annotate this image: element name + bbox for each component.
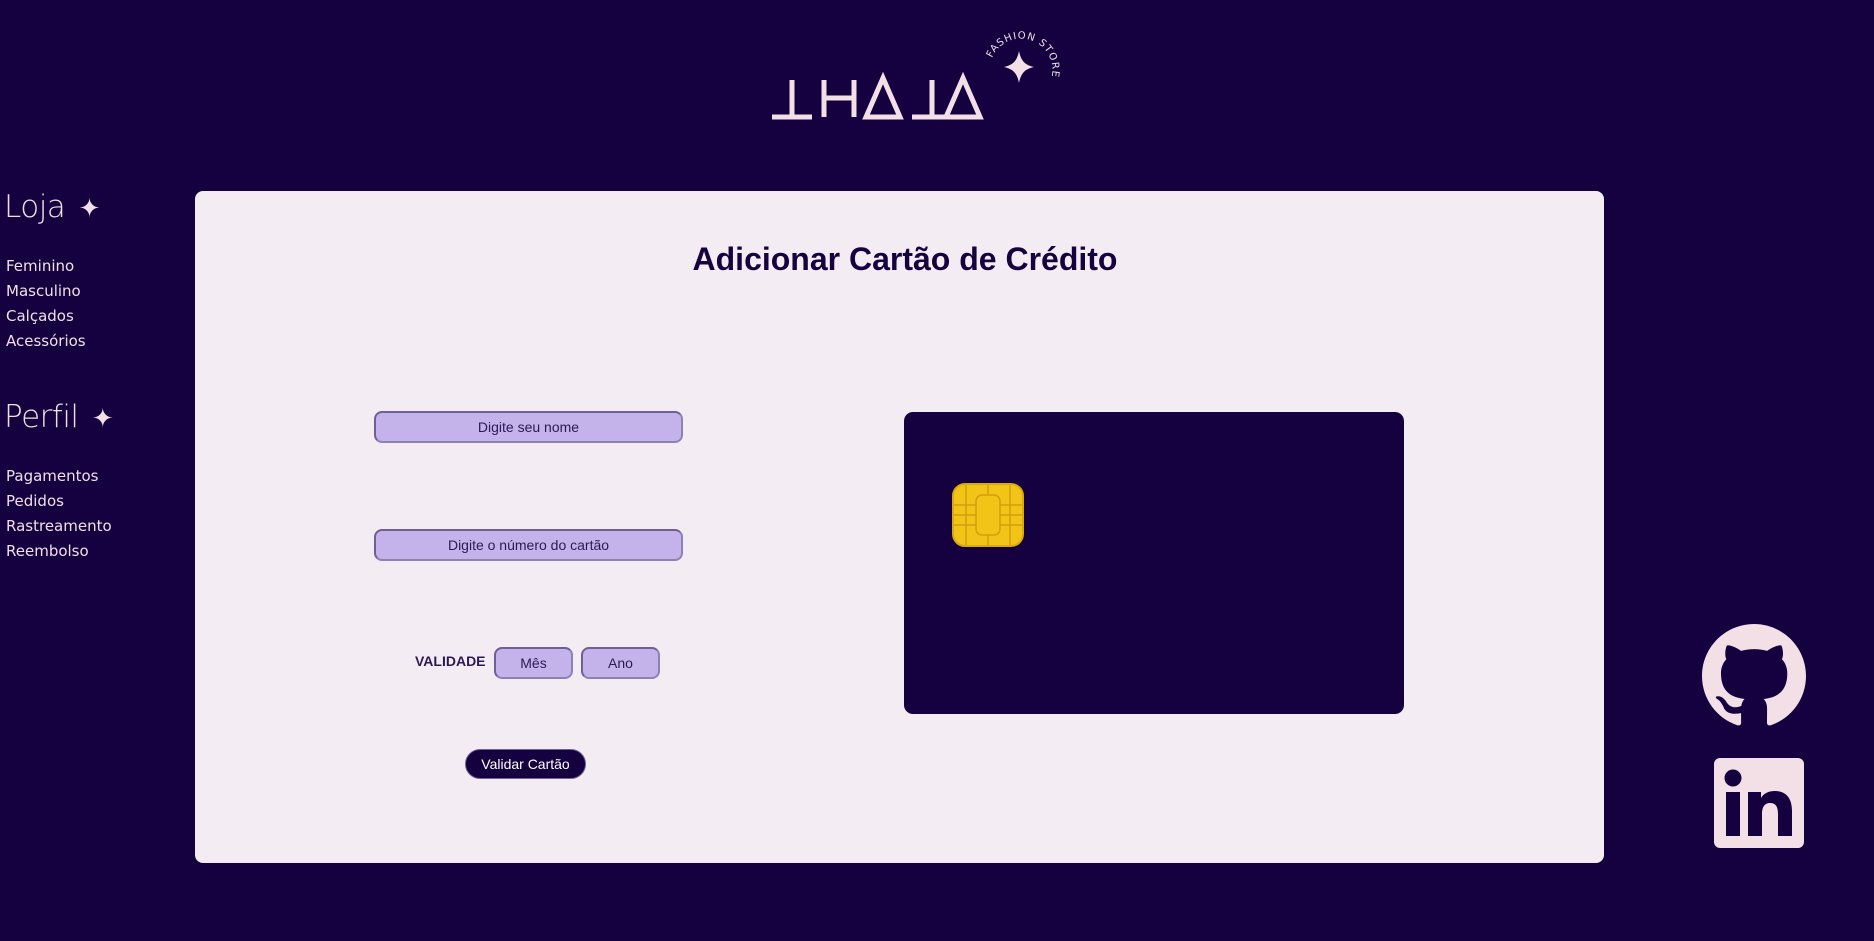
- sidebar-item-acessorios[interactable]: Acessórios: [6, 329, 190, 354]
- card-preview: [904, 412, 1404, 714]
- sidebar-group-profile: Perfil ✦ Pagamentos Pedidos Rastreamento…: [0, 396, 190, 564]
- linkedin-icon: [1714, 758, 1804, 848]
- sidebar-item-feminino[interactable]: Feminino: [6, 254, 190, 279]
- card-number-input[interactable]: [374, 529, 683, 561]
- validity-label: VALIDADE: [415, 653, 486, 669]
- page: FASHION STORE Loja ✦ Feminino Masculino …: [0, 0, 1874, 941]
- sidebar-item-masculino[interactable]: Masculino: [6, 279, 190, 304]
- month-input[interactable]: [494, 647, 573, 679]
- github-icon: [1702, 624, 1806, 726]
- sidebar: Loja ✦ Feminino Masculino Calçados Acess…: [0, 186, 190, 564]
- sidebar-list-store: Feminino Masculino Calçados Acessórios: [6, 254, 190, 354]
- sidebar-heading-profile[interactable]: Perfil ✦: [4, 396, 190, 440]
- brand-logo[interactable]: FASHION STORE: [760, 28, 1070, 128]
- name-input[interactable]: [374, 411, 683, 443]
- sidebar-item-calcados[interactable]: Calçados: [6, 304, 190, 329]
- credit-card-panel: Adicionar Cartão de Crédito VALIDADE Val…: [195, 191, 1604, 863]
- sidebar-list-profile: Pagamentos Pedidos Rastreamento Reembols…: [6, 464, 190, 564]
- github-link[interactable]: [1702, 624, 1806, 733]
- chip-icon: [952, 483, 1024, 547]
- sidebar-item-rastreamento[interactable]: Rastreamento: [6, 514, 190, 539]
- sidebar-group-store: Loja ✦ Feminino Masculino Calçados Acess…: [0, 186, 190, 354]
- sidebar-item-reembolso[interactable]: Reembolso: [6, 539, 190, 564]
- year-input[interactable]: [581, 647, 660, 679]
- sparkle-icon: ✦: [78, 194, 101, 224]
- sparkle-icon: ✦: [91, 404, 114, 434]
- sidebar-item-pagamentos[interactable]: Pagamentos: [6, 464, 190, 489]
- validate-card-button[interactable]: Validar Cartão: [465, 749, 586, 779]
- brand-logo-graphic: FASHION STORE: [772, 30, 1060, 120]
- page-title: Adicionar Cartão de Crédito: [692, 241, 1118, 277]
- linkedin-link[interactable]: [1714, 758, 1804, 853]
- sidebar-item-pedidos[interactable]: Pedidos: [6, 489, 190, 514]
- sidebar-heading-store[interactable]: Loja ✦: [4, 186, 190, 230]
